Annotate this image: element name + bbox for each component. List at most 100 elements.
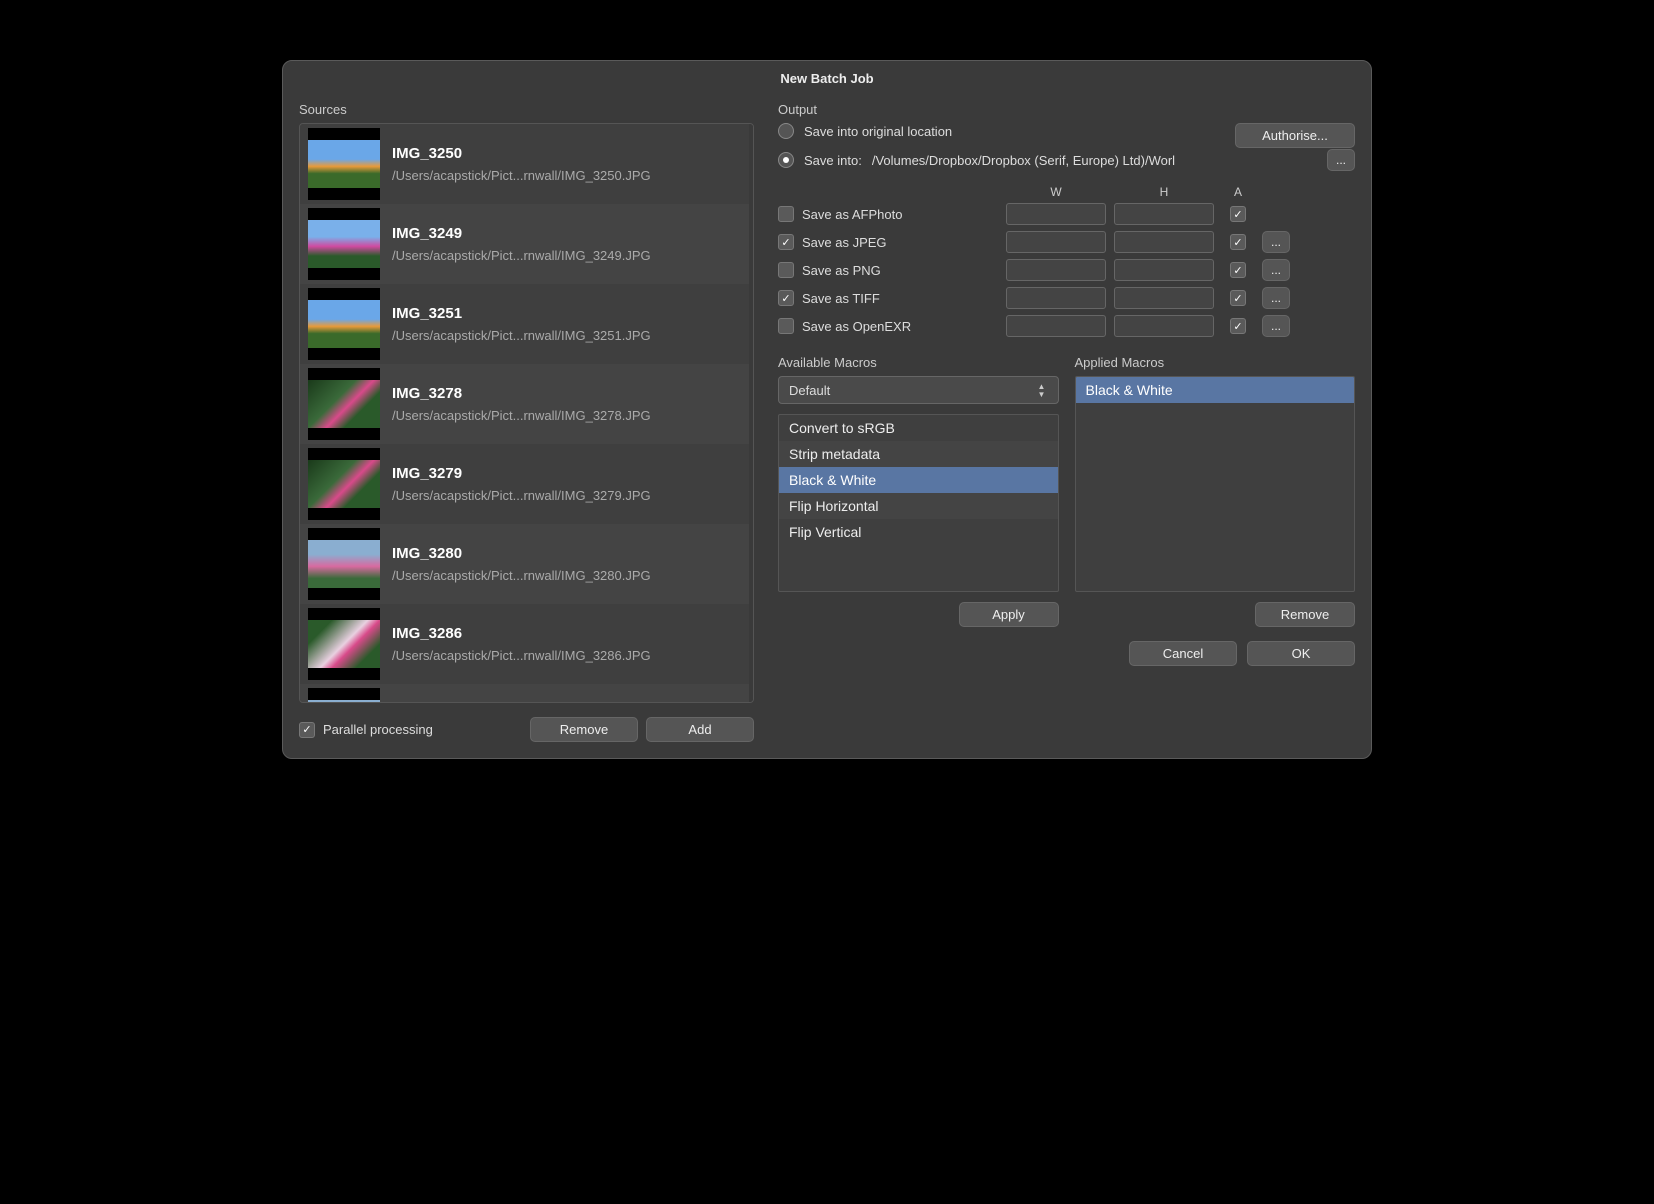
height-input[interactable] [1114, 203, 1214, 225]
format-row: ✓ Save as TIFF ✓... [778, 287, 1355, 309]
format-options-button[interactable]: ... [1262, 287, 1290, 309]
batch-job-dialog: New Batch Job Sources IMG_3250/Users/aca… [282, 60, 1372, 759]
thumbnail [308, 608, 380, 680]
format-label: Save as OpenEXR [802, 319, 911, 334]
aspect-checkbox[interactable]: ✓ [1230, 318, 1246, 334]
width-input[interactable] [1006, 315, 1106, 337]
source-item[interactable]: IMG_3250/Users/acapstick/Pict...rnwall/I… [300, 124, 749, 204]
thumbnail [308, 528, 380, 600]
available-macros-list[interactable]: Convert to sRGBStrip metadataBlack & Whi… [778, 414, 1059, 592]
macro-item[interactable]: Convert to sRGB [779, 415, 1058, 441]
source-name: IMG_3251 [392, 305, 741, 322]
format-label: Save as AFPhoto [802, 207, 902, 222]
radio-icon [778, 123, 794, 139]
add-source-button[interactable]: Add [646, 717, 754, 742]
format-options-button[interactable]: ... [1262, 259, 1290, 281]
authorise-button[interactable]: Authorise... [1235, 123, 1355, 148]
cancel-button[interactable]: Cancel [1129, 641, 1237, 666]
source-item[interactable]: IMG_3286/Users/acapstick/Pict...rnwall/I… [300, 604, 749, 684]
formats-header: W H A [778, 185, 1355, 199]
remove-source-button[interactable]: Remove [530, 717, 638, 742]
format-row: Save as PNG ✓... [778, 259, 1355, 281]
macro-library-select[interactable]: Default ▲▼ [778, 376, 1059, 404]
width-input[interactable] [1006, 259, 1106, 281]
format-row: Save as AFPhoto ✓ [778, 203, 1355, 225]
source-name: IMG_3280 [392, 545, 741, 562]
window-title: New Batch Job [283, 61, 1371, 94]
source-name: IMG_3250 [392, 145, 741, 162]
source-path: /Users/acapstick/Pict...rnwall/IMG_3278.… [392, 408, 741, 423]
browse-path-button[interactable]: ... [1327, 149, 1355, 171]
source-path: /Users/acapstick/Pict...rnwall/IMG_3249.… [392, 248, 741, 263]
thumbnail [308, 688, 380, 703]
checkbox-box [778, 262, 794, 278]
parallel-processing-checkbox[interactable]: ✓ Parallel processing [299, 722, 433, 738]
thumbnail [308, 288, 380, 360]
parallel-label: Parallel processing [323, 722, 433, 737]
save-into-radio[interactable]: Save into: /Volumes/Dropbox/Dropbox (Ser… [778, 149, 1355, 171]
format-checkbox[interactable]: Save as OpenEXR [778, 318, 998, 334]
apply-macro-button[interactable]: Apply [959, 602, 1059, 627]
thumbnail [308, 208, 380, 280]
source-name: IMG_3286 [392, 625, 741, 642]
checkbox-box: ✓ [778, 290, 794, 306]
width-input[interactable] [1006, 231, 1106, 253]
thumbnail [308, 448, 380, 520]
checkbox-box: ✓ [299, 722, 315, 738]
width-input[interactable] [1006, 203, 1106, 225]
format-checkbox[interactable]: Save as PNG [778, 262, 998, 278]
source-item[interactable]: IMG_3249/Users/acapstick/Pict...rnwall/I… [300, 204, 749, 284]
formats-list: Save as AFPhoto✓✓Save as JPEG✓...Save as… [778, 203, 1355, 337]
macro-item[interactable]: Strip metadata [779, 441, 1058, 467]
checkbox-box [778, 206, 794, 222]
radio-icon [778, 152, 794, 168]
aspect-checkbox[interactable]: ✓ [1230, 262, 1246, 278]
source-path: /Users/acapstick/Pict...rnwall/IMG_3286.… [392, 648, 741, 663]
save-original-radio[interactable]: Save into original location [778, 123, 1223, 139]
height-input[interactable] [1114, 315, 1214, 337]
format-options-button[interactable]: ... [1262, 315, 1290, 337]
macro-item[interactable]: Black & White [779, 467, 1058, 493]
height-input[interactable] [1114, 287, 1214, 309]
source-path: /Users/acapstick/Pict...rnwall/IMG_3279.… [392, 488, 741, 503]
checkbox-box: ✓ [778, 234, 794, 250]
height-input[interactable] [1114, 231, 1214, 253]
save-into-path[interactable]: /Volumes/Dropbox/Dropbox (Serif, Europe)… [872, 153, 1317, 168]
aspect-checkbox[interactable]: ✓ [1230, 206, 1246, 222]
format-row: Save as OpenEXR ✓... [778, 315, 1355, 337]
source-name: IMG_3278 [392, 385, 741, 402]
source-path: /Users/acapstick/Pict...rnwall/IMG_3250.… [392, 168, 741, 183]
height-input[interactable] [1114, 259, 1214, 281]
available-macros-label: Available Macros [778, 355, 1059, 370]
format-options-button[interactable]: ... [1262, 231, 1290, 253]
format-checkbox[interactable]: ✓Save as JPEG [778, 234, 998, 250]
source-item[interactable]: IMG_3279/Users/acapstick/Pict...rnwall/I… [300, 444, 749, 524]
format-checkbox[interactable]: ✓ Save as TIFF [778, 290, 998, 306]
sources-list[interactable]: IMG_3250/Users/acapstick/Pict...rnwall/I… [299, 123, 754, 703]
applied-macros-list[interactable]: Black & White [1075, 376, 1356, 592]
format-row: ✓Save as JPEG✓... [778, 231, 1355, 253]
source-item[interactable]: IMG_3284 [300, 684, 749, 703]
source-item[interactable]: IMG_3251/Users/acapstick/Pict...rnwall/I… [300, 284, 749, 364]
aspect-checkbox[interactable]: ✓ [1230, 290, 1246, 306]
ok-button[interactable]: OK [1247, 641, 1355, 666]
source-path: /Users/acapstick/Pict...rnwall/IMG_3280.… [392, 568, 741, 583]
remove-macro-button[interactable]: Remove [1255, 602, 1355, 627]
stepper-icon: ▲▼ [1038, 383, 1052, 398]
output-label: Output [778, 102, 1355, 117]
width-input[interactable] [1006, 287, 1106, 309]
aspect-checkbox[interactable]: ✓ [1230, 234, 1246, 250]
format-label: Save as PNG [802, 263, 881, 278]
format-checkbox[interactable]: Save as AFPhoto [778, 206, 998, 222]
checkbox-box [778, 318, 794, 334]
source-name: IMG_3249 [392, 225, 741, 242]
macro-item[interactable]: Black & White [1076, 377, 1355, 403]
source-item[interactable]: IMG_3278/Users/acapstick/Pict...rnwall/I… [300, 364, 749, 444]
applied-macros-label: Applied Macros [1075, 355, 1356, 370]
macro-item[interactable]: Flip Vertical [779, 519, 1058, 545]
macro-item[interactable]: Flip Horizontal [779, 493, 1058, 519]
format-label: Save as TIFF [802, 291, 880, 306]
source-item[interactable]: IMG_3280/Users/acapstick/Pict...rnwall/I… [300, 524, 749, 604]
thumbnail [308, 368, 380, 440]
source-name: IMG_3279 [392, 465, 741, 482]
